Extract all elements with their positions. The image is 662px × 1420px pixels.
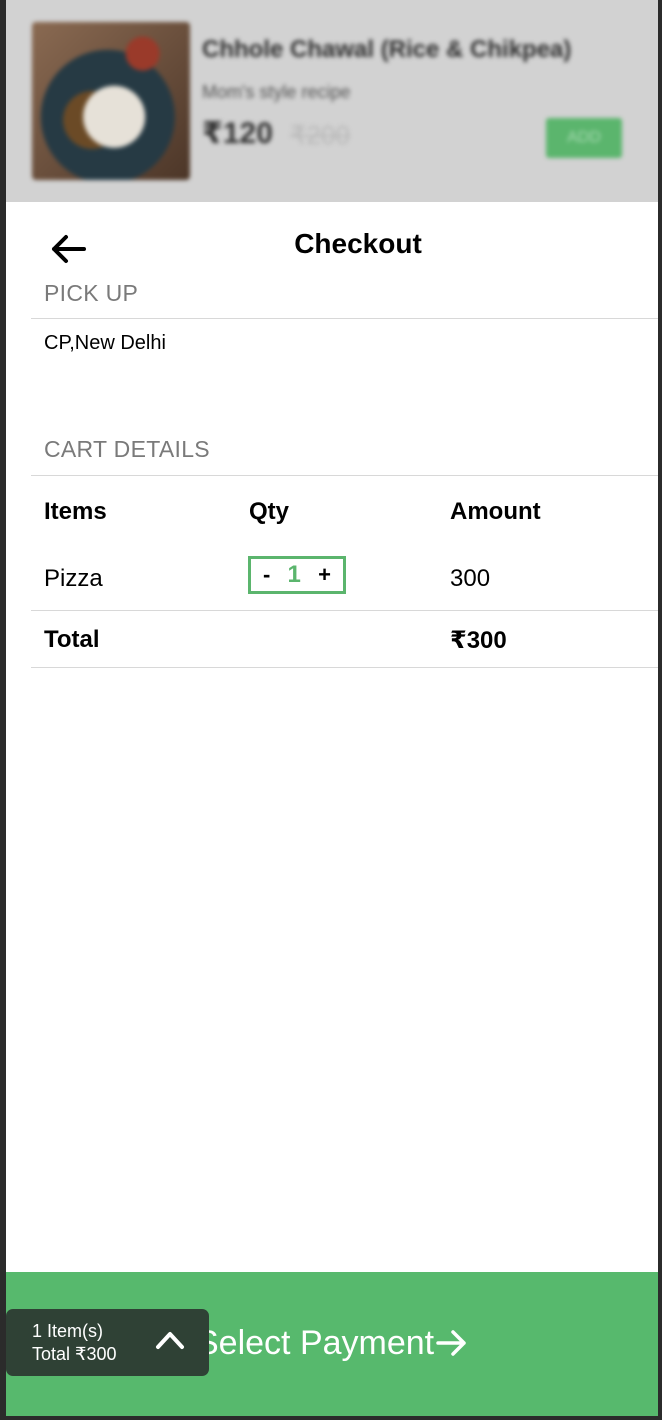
select-payment-label: Select Payment bbox=[196, 1323, 435, 1362]
cart-details-label: CART DETAILS bbox=[44, 436, 210, 462]
payment-bar: Select Payment 1 Item(s) Total ₹300 bbox=[6, 1272, 658, 1416]
total-label: Total bbox=[44, 626, 100, 653]
column-header-amount: Amount bbox=[450, 498, 541, 525]
select-payment-button[interactable]: Select Payment bbox=[196, 1318, 468, 1368]
quantity-value: 1 bbox=[287, 561, 301, 588]
divider bbox=[31, 475, 658, 476]
divider bbox=[31, 667, 658, 668]
quantity-stepper: - 1 + bbox=[248, 556, 346, 594]
column-header-qty: Qty bbox=[249, 498, 290, 525]
cart-summary-pill[interactable]: 1 Item(s) Total ₹300 bbox=[6, 1309, 209, 1376]
chevron-up-icon bbox=[156, 1332, 184, 1349]
product-price: ₹120 bbox=[202, 117, 273, 150]
item-count: 1 Item(s) bbox=[32, 1321, 104, 1341]
decrease-quantity-button[interactable]: - bbox=[263, 564, 270, 586]
product-title: Chhole Chawal (Rice & Chikpea) bbox=[202, 36, 572, 63]
checkout-sheet: Checkout PICK UP CP,New Delhi CART DETAI… bbox=[6, 202, 658, 1416]
column-header-items: Items bbox=[44, 498, 107, 525]
add-button: ADD bbox=[546, 118, 622, 158]
total-value: ₹300 bbox=[450, 627, 507, 654]
product-original-price: ₹200 bbox=[290, 120, 350, 150]
product-image bbox=[32, 22, 190, 180]
arrow-right-icon bbox=[436, 1330, 466, 1356]
background-product-card: Chhole Chawal (Rice & Chikpea) Mom's sty… bbox=[6, 0, 658, 202]
summary-total: Total ₹300 bbox=[32, 1344, 117, 1364]
cart-item-amount: 300 bbox=[450, 565, 491, 592]
pickup-address: CP,New Delhi bbox=[44, 332, 166, 354]
increase-quantity-button[interactable]: + bbox=[318, 564, 331, 586]
product-subtitle: Mom's style recipe bbox=[202, 82, 351, 102]
divider bbox=[31, 610, 658, 611]
divider bbox=[31, 318, 658, 319]
cart-item-name: Pizza bbox=[44, 565, 103, 592]
page-title: Checkout bbox=[294, 228, 422, 259]
pickup-label: PICK UP bbox=[44, 280, 139, 306]
